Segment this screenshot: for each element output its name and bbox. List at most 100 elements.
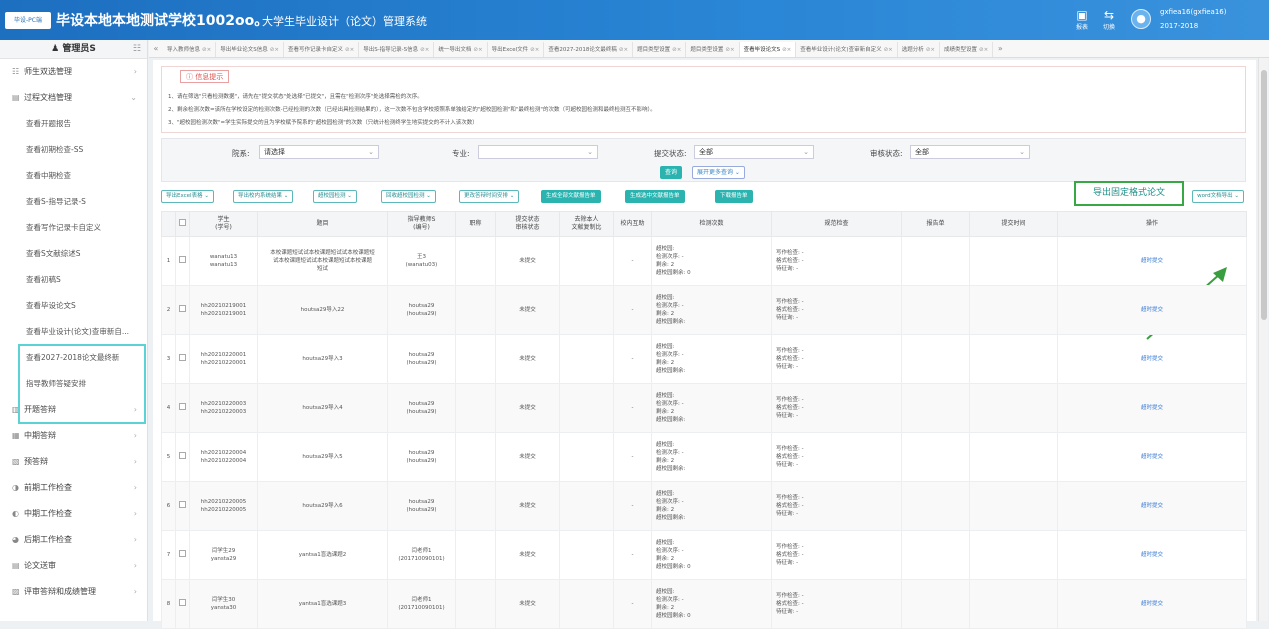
row-checkbox[interactable] — [179, 452, 186, 459]
sidebar-sub-item[interactable]: 查看开题报告 — [0, 111, 147, 137]
close-icon[interactable]: ⊘× — [619, 47, 628, 53]
close-icon[interactable]: ⊘× — [420, 47, 429, 53]
late-submit-link[interactable]: 超时提交 — [1141, 258, 1163, 264]
sidebar-sub-item[interactable]: 查看初期检查-SS — [0, 137, 147, 163]
col-submit-time[interactable]: 提交时间 — [969, 211, 1058, 237]
row-select[interactable] — [175, 383, 190, 433]
row-select[interactable] — [175, 530, 190, 580]
close-icon[interactable]: ⊘× — [530, 47, 539, 53]
close-icon[interactable]: ⊘× — [345, 47, 354, 53]
tab-item[interactable]: 查看毕业设计(论文)查审新自定义 ⊘× — [796, 42, 898, 57]
user-name[interactable]: gxfiea16(gxfiea16) — [1160, 8, 1226, 16]
late-submit-link[interactable]: 超时提交 — [1141, 405, 1163, 411]
user-avatar[interactable]: ● — [1131, 9, 1151, 29]
select-all-checkbox[interactable] — [179, 219, 186, 226]
action-button[interactable]: 更改答辩时间安排 ⌄ — [459, 190, 520, 203]
late-submit-link[interactable]: 超时提交 — [1141, 601, 1163, 607]
tab-item[interactable]: 统一导出文档 ⊘× — [434, 42, 488, 57]
sidebar-sub-item[interactable]: 查看S文献综述S — [0, 241, 147, 267]
col-select[interactable] — [175, 211, 190, 237]
tab-item[interactable]: 导出毕业论文S信息 ⊘× — [216, 42, 284, 57]
late-submit-link[interactable]: 超时提交 — [1141, 454, 1163, 460]
word-export-button[interactable]: word文档导出 ⌄ — [1192, 190, 1244, 203]
row-select[interactable] — [175, 481, 190, 531]
row-checkbox[interactable] — [179, 305, 186, 312]
late-submit-link[interactable]: 超时提交 — [1141, 552, 1163, 558]
vertical-scrollbar[interactable] — [1258, 58, 1268, 621]
sidebar-sub-item[interactable]: 查看写作记录卡自定义 — [0, 215, 147, 241]
review-status-select[interactable]: 全部 ⌄ — [910, 145, 1030, 159]
sidebar-sub-item[interactable]: 查看S-指导记录-S — [0, 189, 147, 215]
submit-status-select[interactable]: 全部 ⌄ — [694, 145, 814, 159]
tab-item[interactable]: 导出S-指导记录-S信息 ⊘× — [359, 42, 435, 57]
close-icon[interactable]: ⊘× — [270, 47, 279, 53]
department-select[interactable]: 请选择 ⌄ — [259, 145, 379, 159]
row-select[interactable] — [175, 579, 190, 629]
switch-button[interactable]: ⇆ 切换 — [1096, 8, 1122, 31]
row-checkbox[interactable] — [179, 550, 186, 557]
tab-item[interactable]: 题目类型设置 ⊘× — [633, 42, 687, 57]
close-icon[interactable]: ⊘× — [473, 47, 482, 53]
export-fixed-format-button[interactable]: 导出固定格式论文 — [1074, 181, 1184, 206]
row-checkbox[interactable] — [179, 501, 186, 508]
sidebar-group-item[interactable]: ◑ 前期工作检查 › — [0, 475, 147, 501]
close-icon[interactable]: ⊘× — [979, 47, 988, 53]
col-teacher[interactable]: 指导教师S (编号) — [387, 211, 456, 237]
row-select[interactable] — [175, 285, 190, 335]
action-button[interactable]: 下载报告单 — [715, 190, 753, 203]
sidebar-group-item[interactable]: ◐ 中期工作检查 › — [0, 501, 147, 527]
row-checkbox[interactable] — [179, 354, 186, 361]
sidebar-group-item[interactable]: ▤ 过程文档管理 ⌄ — [0, 85, 147, 111]
close-icon[interactable]: ⊘× — [672, 47, 681, 53]
tab-next-icon[interactable]: » — [993, 40, 1007, 57]
close-icon[interactable]: ⊘× — [782, 47, 791, 53]
late-submit-link[interactable]: 超时提交 — [1141, 503, 1163, 509]
tab-item[interactable]: 查看2027-2018论文最终稿 ⊘× — [544, 42, 634, 57]
action-button[interactable]: 回收超校园检测 ⌄ — [381, 190, 436, 203]
action-button[interactable]: 生成选中文献报告单 — [625, 190, 685, 203]
action-button[interactable]: 生成全部文献报告单 — [541, 190, 601, 203]
action-button[interactable]: 导出Excel表格 ⌄ — [161, 190, 214, 203]
row-checkbox[interactable] — [179, 403, 186, 410]
major-select[interactable]: ⌄ — [478, 145, 598, 159]
sidebar-sub-item[interactable]: 查看毕业设计(论文)查审新自... — [0, 319, 147, 345]
sidebar-group-item[interactable]: ▨ 评审答辩和成绩管理 › — [0, 579, 147, 605]
row-select[interactable] — [175, 334, 190, 384]
tab-item[interactable]: 成绩类型设置 ⊘× — [940, 42, 994, 57]
tab-item[interactable]: 查看毕设论文S ⊘× — [739, 42, 797, 57]
sidebar-group-item[interactable]: ▧ 预答辩 › — [0, 449, 147, 475]
action-button[interactable]: 导出校内系统结果 ⌄ — [233, 190, 294, 203]
tab-item[interactable]: 查看写作记录卡自定义 ⊘× — [284, 42, 360, 57]
sidebar-group-item[interactable]: ▤ 论文送审 › — [0, 553, 147, 579]
tab-item[interactable]: 选题分析 ⊘× — [898, 42, 941, 57]
student-cell: hh20210219001 hh20210219001 — [189, 285, 258, 335]
ops-cell: 超时提交 — [1057, 285, 1247, 335]
tab-prev-icon[interactable]: « — [149, 40, 163, 57]
row-select[interactable] — [175, 432, 190, 482]
close-icon[interactable]: ⊘× — [884, 47, 893, 53]
sidebar-group-item[interactable]: ◕ 后期工作检查 › — [0, 527, 147, 553]
late-submit-link[interactable]: 超时提交 — [1141, 356, 1163, 362]
tab-item[interactable]: 题目类型设置 ⊘× — [686, 42, 740, 57]
tab-item[interactable]: 导入教师信息 ⊘× — [163, 42, 217, 57]
sidebar-sub-item[interactable]: 查看中期检查 — [0, 163, 147, 189]
scrollbar-thumb[interactable] — [1261, 70, 1267, 320]
col-student[interactable]: 学生 (学号) — [189, 211, 258, 237]
row-checkbox[interactable] — [179, 599, 186, 606]
sidebar-sub-item[interactable]: 查看初稿S — [0, 267, 147, 293]
row-select[interactable] — [175, 236, 190, 286]
expand-query-button[interactable]: 展开更多查询 ⌄ — [692, 166, 745, 179]
action-button[interactable]: 超校园检测 ⌄ — [313, 190, 357, 203]
query-button[interactable]: 查询 — [660, 166, 683, 179]
grid-icon[interactable]: ☷ — [133, 40, 141, 59]
sidebar-sub-item[interactable]: 查看毕设论文S — [0, 293, 147, 319]
close-icon[interactable]: ⊘× — [202, 47, 211, 53]
row-checkbox[interactable] — [179, 256, 186, 263]
close-icon[interactable]: ⊘× — [725, 47, 734, 53]
sidebar-group-item[interactable]: ▦ 中期答辩 › — [0, 423, 147, 449]
late-submit-link[interactable]: 超时提交 — [1141, 307, 1163, 313]
tab-item[interactable]: 导出Excel文件 ⊘× — [488, 42, 545, 57]
sidebar-group-item[interactable]: ☷ 师生双选管理 › — [0, 59, 147, 85]
close-icon[interactable]: ⊘× — [926, 47, 935, 53]
report-button[interactable]: ▣ 报表 — [1069, 8, 1095, 31]
